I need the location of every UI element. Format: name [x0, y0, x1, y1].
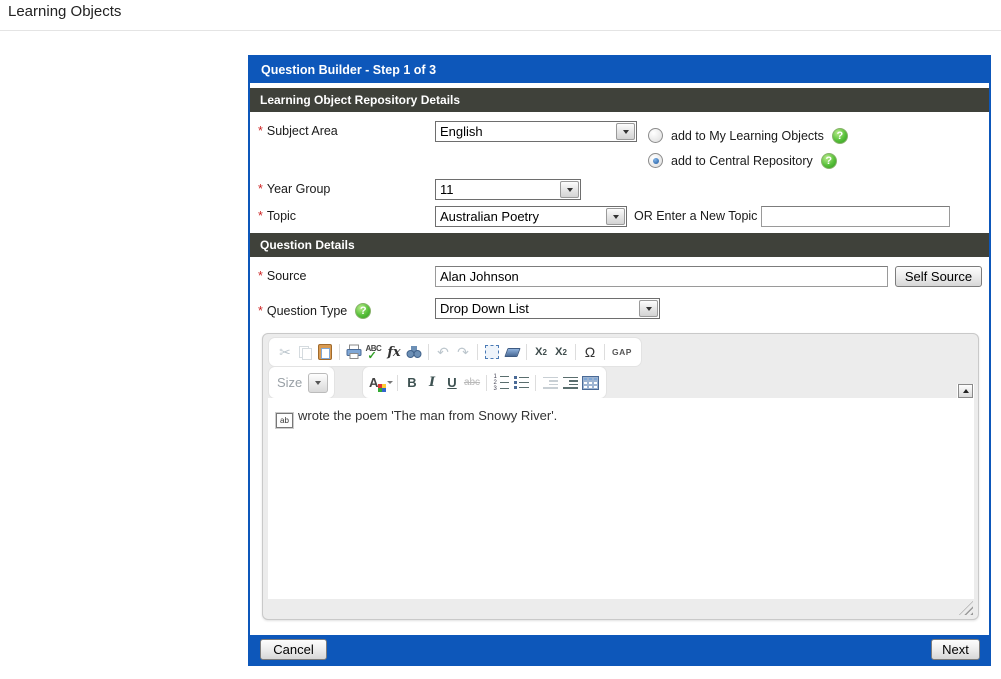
question-type-label: *Question Type ?: [258, 303, 371, 319]
chevron-down-icon[interactable]: [606, 208, 625, 225]
section-repository-details: Learning Object Repository Details: [250, 88, 989, 112]
chevron-down-icon[interactable]: [308, 373, 328, 393]
cancel-button[interactable]: Cancel: [260, 639, 327, 660]
scroll-up-icon[interactable]: [958, 384, 973, 398]
year-group-label: *Year Group: [258, 182, 330, 196]
chevron-down-icon[interactable]: [560, 181, 579, 198]
eraser-icon[interactable]: [502, 342, 522, 362]
question-text: wrote the poem 'The man from Snowy River…: [298, 408, 557, 423]
question-form: *Source Self Source *Question Type ? Dro…: [250, 257, 989, 325]
redo-icon[interactable]: ↷: [453, 342, 473, 362]
divider: [486, 375, 487, 391]
topic-value: Australian Poetry: [436, 207, 605, 226]
strikethrough-icon[interactable]: abc: [462, 373, 482, 393]
panel-title: Question Builder - Step 1 of 3: [250, 57, 989, 83]
editor-scrollbar[interactable]: [957, 384, 974, 599]
chevron-down-icon[interactable]: [639, 300, 658, 317]
divider: [575, 344, 576, 360]
source-label: *Source: [258, 269, 306, 283]
page-title: Learning Objects: [8, 3, 121, 20]
spellcheck-icon[interactable]: ABC✓: [364, 342, 384, 362]
copy-icon[interactable]: [295, 342, 315, 362]
page: Learning Objects Question Builder - Step…: [0, 0, 1001, 679]
divider: [526, 344, 527, 360]
subject-area-select[interactable]: English: [435, 121, 637, 142]
cut-icon[interactable]: ✂: [275, 342, 295, 362]
subject-area-value: English: [436, 122, 615, 141]
editor-content-area[interactable]: ab wrote the poem 'The man from Snowy Riv…: [268, 398, 974, 599]
chevron-down-icon[interactable]: [616, 123, 635, 140]
subject-area-label: *Subject Area: [258, 124, 338, 138]
table-icon[interactable]: [580, 373, 600, 393]
divider: [535, 375, 536, 391]
size-dropdown[interactable]: Size: [269, 367, 334, 398]
resize-grip-icon[interactable]: [959, 601, 973, 615]
year-group-value: 11: [436, 180, 559, 199]
help-icon[interactable]: ?: [821, 153, 837, 169]
help-icon[interactable]: ?: [355, 303, 371, 319]
help-icon[interactable]: ?: [832, 128, 848, 144]
question-builder-panel: Question Builder - Step 1 of 3 Learning …: [248, 55, 991, 666]
find-icon[interactable]: [404, 342, 424, 362]
rich-text-editor: ✂ ABC✓ fx ↶ ↷: [262, 333, 979, 620]
font-color-icon[interactable]: A: [369, 373, 393, 393]
gap-button[interactable]: GAP: [609, 342, 635, 362]
source-input[interactable]: [435, 266, 888, 287]
required-asterisk: *: [258, 124, 263, 138]
year-group-select[interactable]: 11: [435, 179, 581, 200]
outdent-icon[interactable]: [540, 373, 560, 393]
divider: [477, 344, 478, 360]
editor-toolbar-row2: A B I U abc 123: [363, 367, 606, 398]
select-all-icon[interactable]: [482, 342, 502, 362]
divider: [428, 344, 429, 360]
question-type-select[interactable]: Drop Down List: [435, 298, 660, 319]
superscript-icon[interactable]: X2: [551, 342, 571, 362]
undo-icon[interactable]: ↶: [433, 342, 453, 362]
panel-footer: Cancel Next: [250, 635, 989, 664]
editor-text[interactable]: ab wrote the poem 'The man from Snowy Riv…: [268, 398, 957, 599]
bullet-list-icon[interactable]: [511, 373, 531, 393]
size-label: Size: [277, 375, 302, 390]
formula-icon[interactable]: fx: [384, 342, 404, 362]
divider: [604, 344, 605, 360]
subscript-icon[interactable]: X2: [531, 342, 551, 362]
gap-placeholder-chip[interactable]: ab: [276, 413, 293, 428]
repository-form: *Subject Area English add to My Learning…: [250, 112, 989, 233]
topic-select[interactable]: Australian Poetry: [435, 206, 627, 227]
paste-icon[interactable]: [315, 342, 335, 362]
divider: [397, 375, 398, 391]
divider: [339, 344, 340, 360]
destination-option-label: add to Central Repository: [671, 154, 813, 168]
destination-option-label: add to My Learning Objects: [671, 129, 824, 143]
question-type-value: Drop Down List: [436, 299, 638, 318]
next-button[interactable]: Next: [931, 639, 980, 660]
topic-label: *Topic: [258, 209, 296, 223]
radio-icon[interactable]: [648, 128, 663, 143]
section-question-details: Question Details: [250, 233, 989, 257]
destination-radio[interactable]: add to My Learning Objects ?: [648, 123, 848, 148]
numbered-list-icon[interactable]: 123: [491, 373, 511, 393]
destination-radio-group: add to My Learning Objects ? add to Cent…: [648, 123, 848, 173]
self-source-button[interactable]: Self Source: [895, 266, 982, 287]
page-divider: [0, 30, 1001, 31]
editor-zone: ✂ ABC✓ fx ↶ ↷: [250, 325, 989, 635]
print-icon[interactable]: [344, 342, 364, 362]
indent-icon[interactable]: [560, 373, 580, 393]
radio-icon[interactable]: [648, 153, 663, 168]
italic-icon[interactable]: I: [422, 373, 442, 393]
underline-icon[interactable]: U: [442, 373, 462, 393]
or-new-topic-label: OR Enter a New Topic: [634, 209, 757, 223]
new-topic-input[interactable]: [761, 206, 950, 227]
special-character-icon[interactable]: Ω: [580, 342, 600, 362]
editor-toolbar-row1: ✂ ABC✓ fx ↶ ↷: [269, 338, 641, 366]
destination-radio[interactable]: add to Central Repository ?: [648, 148, 848, 173]
bold-icon[interactable]: B: [402, 373, 422, 393]
